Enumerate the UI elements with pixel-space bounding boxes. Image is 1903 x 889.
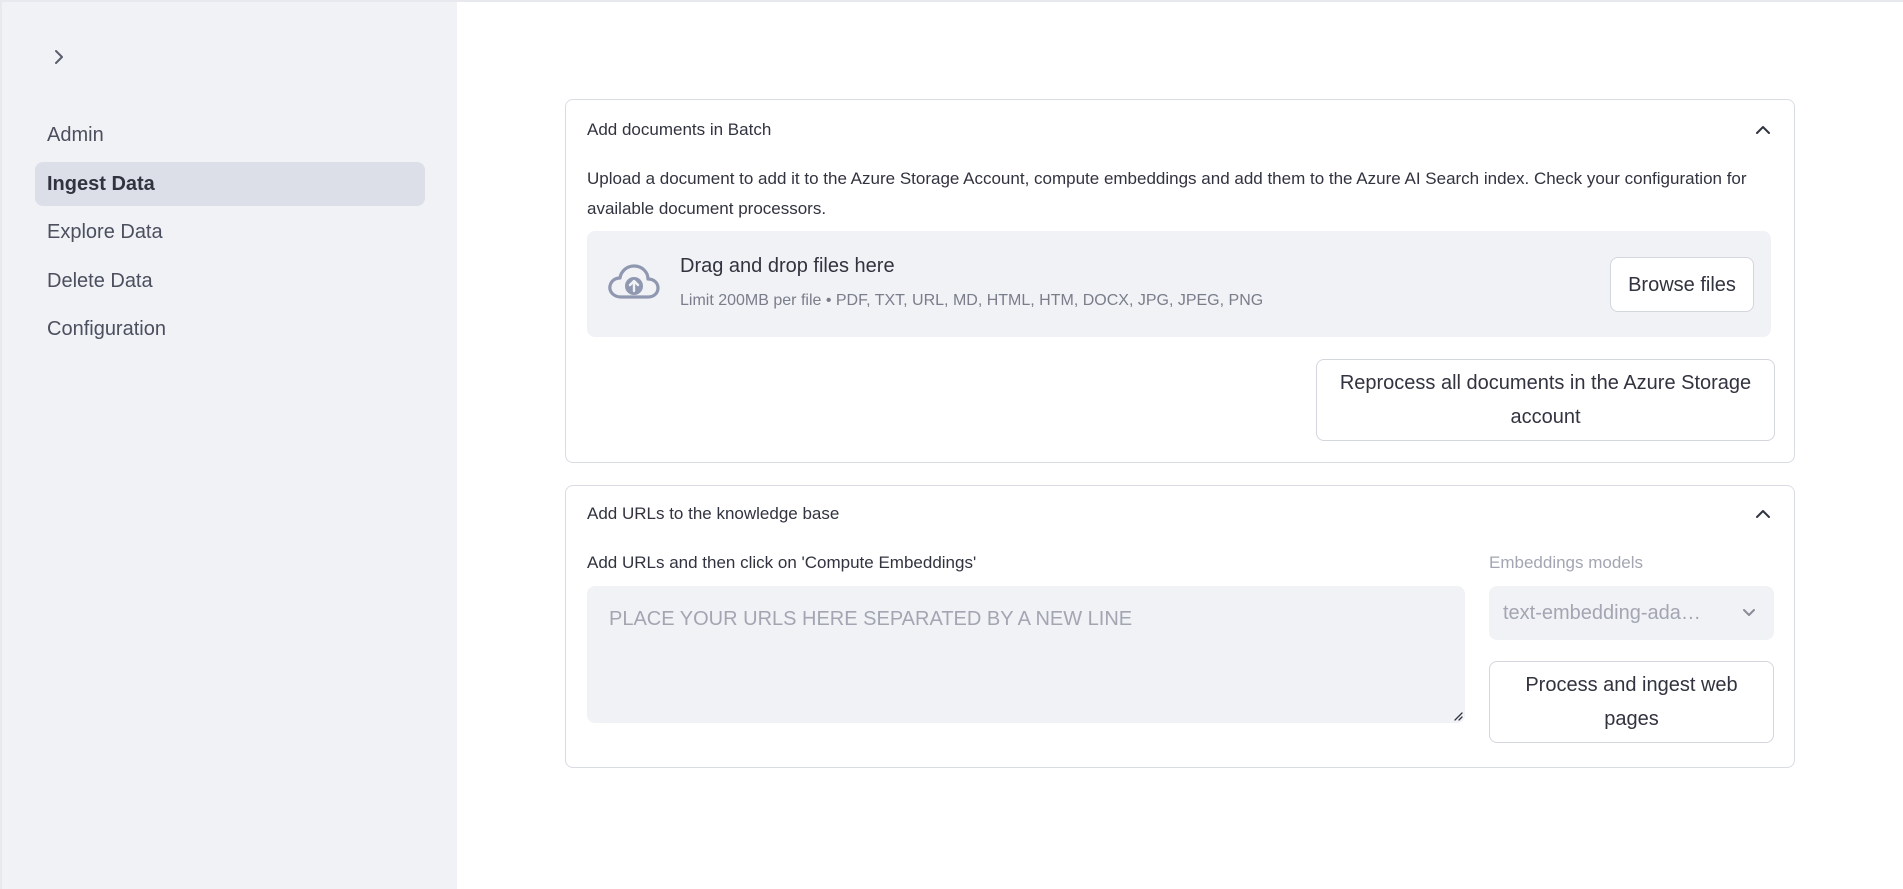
sidebar-nav: Admin Ingest Data Explore Data Delete Da… (35, 113, 425, 356)
urls-expander-header[interactable]: Add URLs to the knowledge base (587, 500, 1773, 528)
urls-expander-title: Add URLs to the knowledge base (587, 504, 840, 523)
chevron-up-icon (1753, 504, 1773, 524)
chevron-up-icon (1753, 120, 1773, 140)
embeddings-model-value: text-embedding-ada… (1503, 601, 1701, 624)
resize-handle-icon[interactable] (1451, 709, 1463, 721)
sidebar-item-delete-data[interactable]: Delete Data (35, 259, 425, 303)
batch-expander-title: Add documents in Batch (587, 120, 772, 139)
dropzone-limits: Limit 200MB per file • PDF, TXT, URL, MD… (680, 292, 1264, 309)
batch-upload-expander: Add documents in Batch Upload a document… (565, 99, 1795, 463)
cloud-upload-icon (608, 264, 660, 299)
batch-expander-header[interactable]: Add documents in Batch (587, 116, 1773, 144)
chevron-down-icon (1743, 609, 1755, 616)
chevron-right-icon (55, 50, 63, 64)
embeddings-model-select[interactable]: text-embedding-ada… (1489, 586, 1774, 640)
reprocess-all-button[interactable]: Reprocess all documents in the Azure Sto… (1316, 359, 1775, 441)
sidebar-item-admin[interactable]: Admin (35, 113, 425, 157)
browse-files-button[interactable]: Browse files (1610, 257, 1754, 312)
urls-textarea[interactable] (587, 586, 1465, 723)
sidebar-expand-button[interactable] (48, 46, 70, 68)
urls-input-label: Add URLs and then click on 'Compute Embe… (587, 553, 977, 572)
dropzone-title: Drag and drop files here (680, 255, 895, 277)
sidebar-item-ingest-data[interactable]: Ingest Data (35, 161, 425, 206)
app-window: Admin Ingest Data Explore Data Delete Da… (0, 0, 1903, 889)
file-dropzone[interactable]: Drag and drop files here Limit 200MB per… (587, 231, 1771, 337)
process-ingest-web-pages-button[interactable]: Process and ingest web pages (1489, 661, 1774, 743)
urls-expander: Add URLs to the knowledge base Add URLs … (565, 485, 1795, 768)
sidebar-item-explore-data[interactable]: Explore Data (35, 210, 425, 254)
batch-description: Upload a document to add it to the Azure… (587, 169, 1747, 218)
sidebar: Admin Ingest Data Explore Data Delete Da… (2, 2, 457, 889)
sidebar-item-configuration[interactable]: Configuration (35, 307, 425, 351)
embeddings-models-label: Embeddings models (1489, 553, 1644, 572)
